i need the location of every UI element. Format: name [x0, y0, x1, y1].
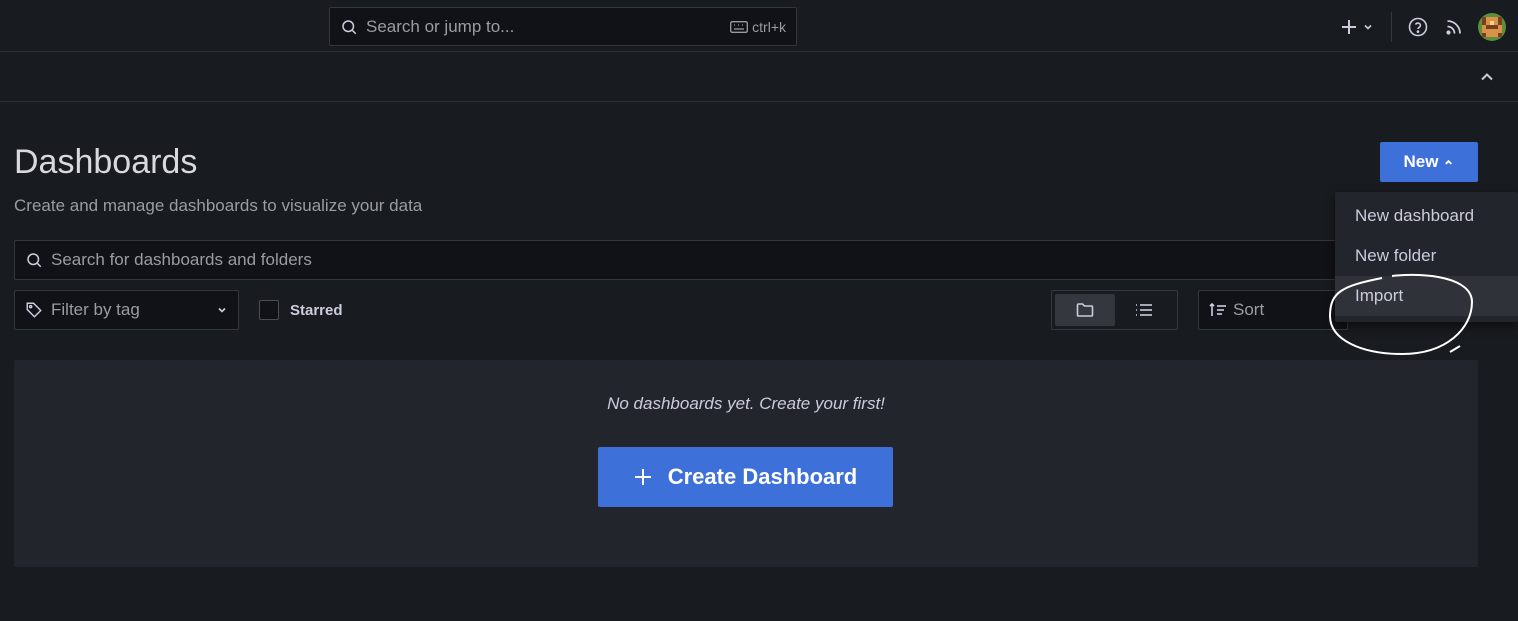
sort-label: Sort: [1233, 300, 1265, 319]
view-mode-toggle: [1051, 290, 1178, 330]
chevron-up-icon[interactable]: [1478, 68, 1496, 86]
sort-select[interactable]: Sort: [1198, 290, 1348, 330]
starred-label: Starred: [290, 301, 343, 319]
tag-filter-select[interactable]: Filter by tag: [14, 290, 239, 330]
tag-icon: [26, 302, 42, 318]
page-title: Dashboards: [14, 143, 198, 181]
global-search-input[interactable]: Search or jump to... ctrl+k: [329, 7, 797, 46]
empty-state-message: No dashboards yet. Create your first!: [607, 394, 885, 413]
create-dashboard-button[interactable]: Create Dashboard: [598, 447, 893, 507]
plus-icon: [1342, 20, 1356, 34]
breadcrumb-bar: [0, 52, 1518, 102]
starred-filter[interactable]: Starred: [259, 300, 343, 320]
sort-icon: [1209, 303, 1226, 316]
chevron-down-icon: [218, 307, 226, 313]
empty-state-panel: No dashboards yet. Create your first! Cr…: [14, 360, 1478, 567]
global-search-placeholder: Search or jump to...: [366, 16, 515, 36]
new-button[interactable]: New: [1380, 142, 1478, 182]
folder-view-button[interactable]: [1055, 294, 1115, 326]
starred-checkbox[interactable]: [259, 300, 279, 320]
tag-filter-label: Filter by tag: [51, 300, 140, 319]
plus-icon: [634, 469, 651, 485]
avatar[interactable]: [1478, 13, 1506, 41]
search-icon: [27, 253, 42, 268]
menu-item-new-dashboard[interactable]: New dashboard: [1335, 196, 1518, 236]
folder-icon: [1076, 303, 1094, 317]
shortcut-label: ctrl+k: [752, 18, 786, 35]
keyboard-icon: [730, 20, 749, 33]
top-navigation-bar: Search or jump to... ctrl+k: [0, 0, 1518, 52]
new-menu-dropdown: New dashboard New folder Import: [1335, 192, 1518, 322]
list-icon: [1136, 304, 1153, 316]
keyboard-shortcut-hint: ctrl+k: [730, 19, 786, 35]
topbar-divider: [1391, 12, 1392, 42]
news-button[interactable]: [1440, 13, 1468, 41]
menu-item-import[interactable]: Import: [1335, 276, 1518, 316]
menu-item-new-folder[interactable]: New folder: [1335, 236, 1518, 276]
search-icon: [342, 19, 357, 34]
create-dashboard-label: Create Dashboard: [667, 464, 858, 489]
new-button-label: New: [1403, 152, 1439, 171]
help-button[interactable]: [1404, 13, 1432, 41]
chevron-down-icon: [1364, 24, 1372, 30]
rss-icon: [1446, 20, 1461, 35]
list-view-button[interactable]: [1115, 294, 1175, 326]
dashboard-search-placeholder: Search for dashboards and folders: [51, 250, 312, 269]
help-icon: [1408, 17, 1428, 37]
user-avatar-image: [1478, 13, 1506, 41]
add-new-button[interactable]: [1335, 13, 1379, 41]
page-subtitle: Create and manage dashboards to visualiz…: [14, 196, 423, 215]
topbar-actions: [1335, 12, 1506, 42]
chevron-up-icon: [1445, 159, 1453, 165]
dashboard-search-input[interactable]: Search for dashboards and folders: [14, 240, 1344, 280]
